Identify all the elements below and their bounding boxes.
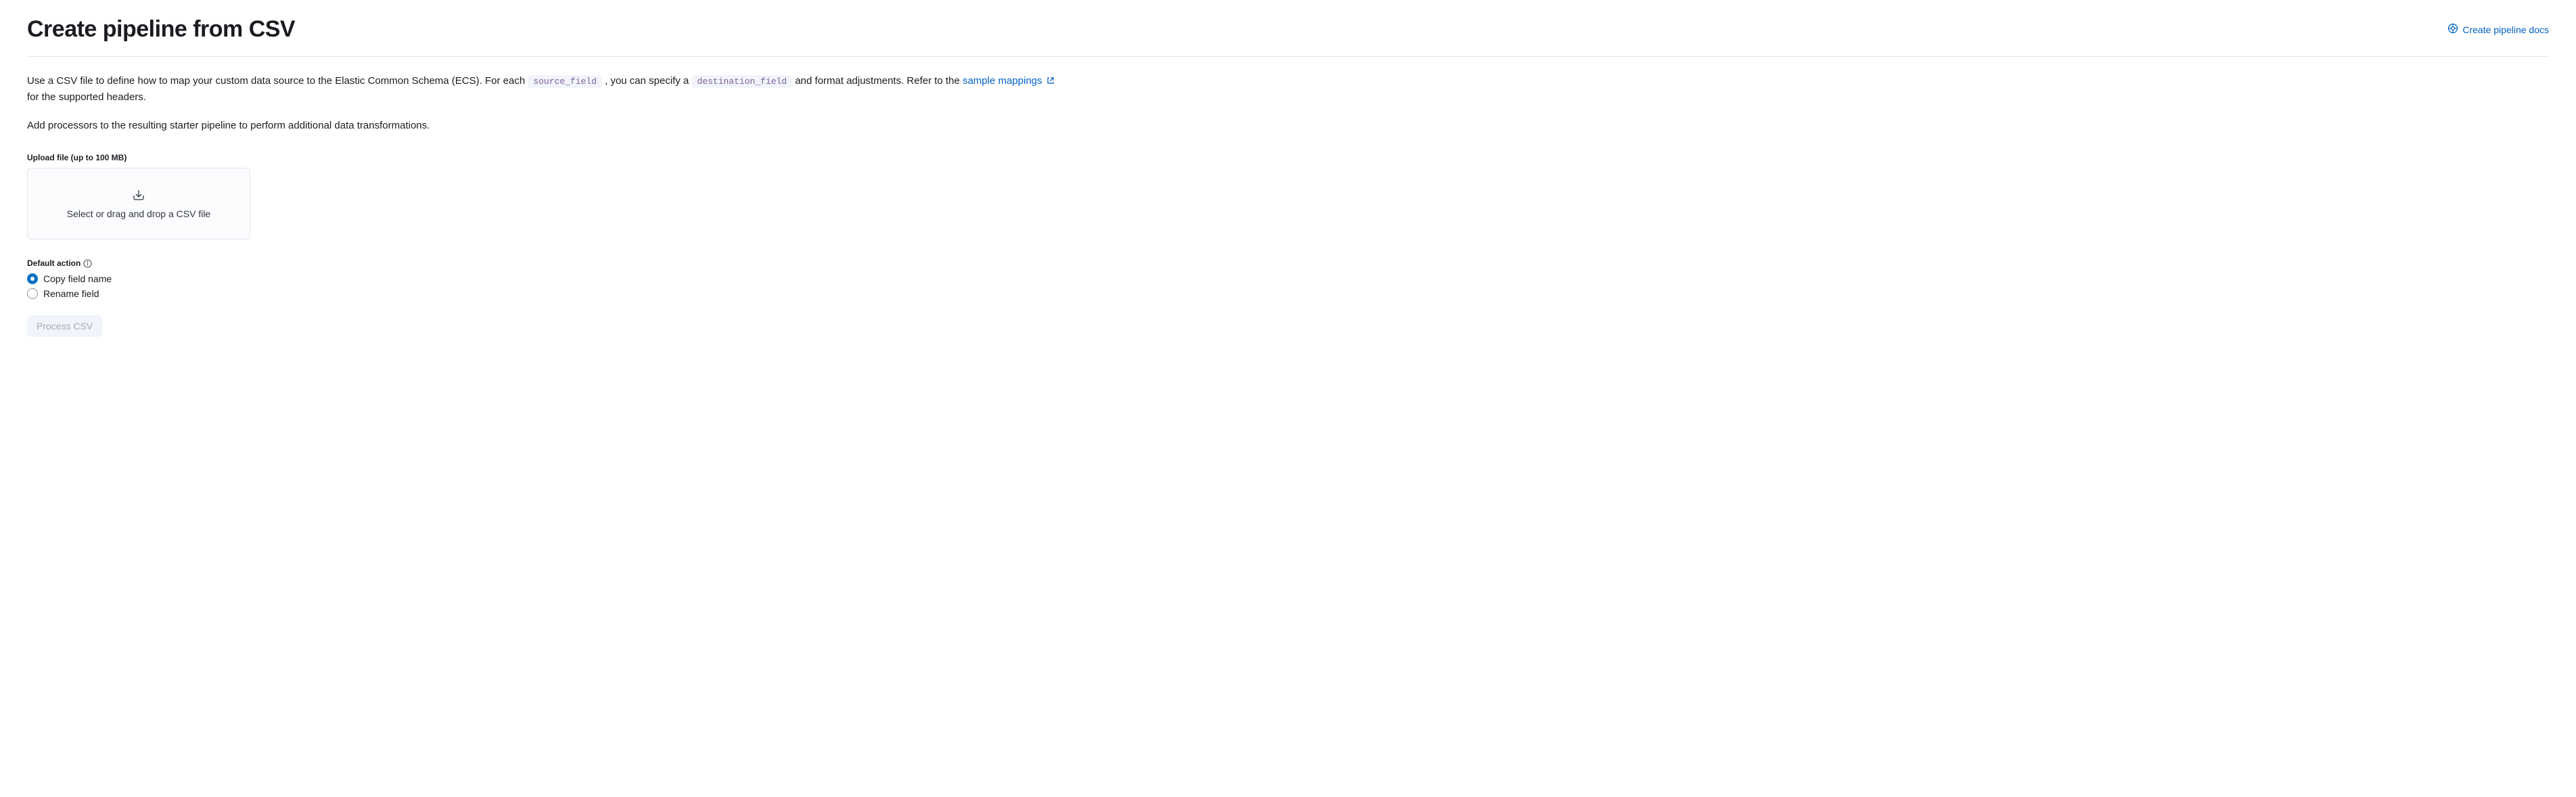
default-action-label: Default action xyxy=(27,258,2549,268)
upload-prompt: Select or drag and drop a CSV file xyxy=(67,208,210,219)
docs-link-text: Create pipeline docs xyxy=(2462,24,2549,35)
import-icon xyxy=(132,188,145,202)
upload-section: Upload file (up to 100 MB) Select or dra… xyxy=(27,153,2549,240)
radio-copy-label: Copy field name xyxy=(43,273,112,284)
sample-mappings-link[interactable]: sample mappings xyxy=(963,75,1055,87)
upload-label: Upload file (up to 100 MB) xyxy=(27,153,2549,162)
radio-copy-field-name[interactable]: Copy field name xyxy=(27,273,2549,284)
description-paragraph-2: Add processors to the resulting starter … xyxy=(27,118,1062,134)
desc-text-3: and format adjustments. Refer to the xyxy=(795,75,963,87)
sample-mappings-text: sample mappings xyxy=(963,75,1042,87)
create-pipeline-docs-link[interactable]: Create pipeline docs xyxy=(2447,23,2549,36)
file-upload-dropzone[interactable]: Select or drag and drop a CSV file xyxy=(27,168,250,240)
default-action-radio-group: Copy field name Rename field xyxy=(27,273,2549,299)
desc-text-1: Use a CSV file to define how to map your… xyxy=(27,75,528,87)
desc-text-2: , you can specify a xyxy=(605,75,691,87)
description-paragraph-1: Use a CSV file to define how to map your… xyxy=(27,73,1062,106)
radio-rename-label: Rename field xyxy=(43,288,99,299)
help-icon xyxy=(2447,23,2458,36)
page-title: Create pipeline from CSV xyxy=(27,16,295,43)
default-action-label-text: Default action xyxy=(27,258,80,268)
radio-indicator-selected xyxy=(27,273,38,284)
desc-text-4: for the supported headers. xyxy=(27,91,146,103)
external-link-icon xyxy=(1045,75,1055,87)
code-destination-field: destination_field xyxy=(692,75,793,88)
process-csv-button[interactable]: Process CSV xyxy=(27,315,102,337)
default-action-section: Default action Copy field name Rename fi… xyxy=(27,258,2549,299)
radio-rename-field[interactable]: Rename field xyxy=(27,288,2549,299)
code-source-field: source_field xyxy=(528,75,602,88)
radio-indicator xyxy=(27,288,38,299)
info-icon[interactable] xyxy=(83,259,92,268)
page-header: Create pipeline from CSV Create pipeline… xyxy=(27,16,2549,57)
